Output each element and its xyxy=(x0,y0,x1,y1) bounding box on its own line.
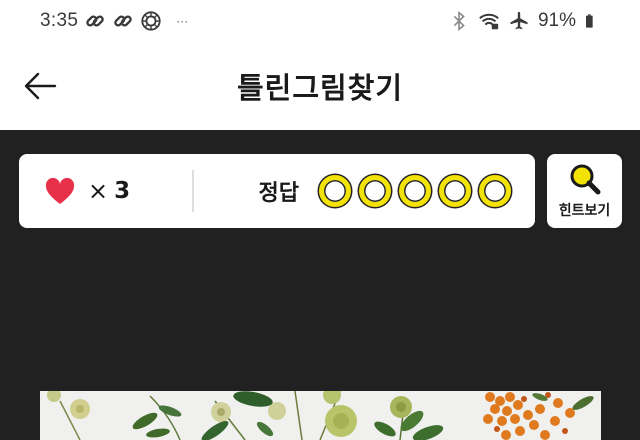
answer-slot xyxy=(439,175,471,207)
lives-indicator: × 3 xyxy=(44,176,130,206)
puzzle-image[interactable] xyxy=(40,391,601,440)
app-bar: 틀린그림찾기 xyxy=(0,42,640,130)
link-icon xyxy=(114,15,132,27)
answer-slot xyxy=(319,175,351,207)
status-left: 3:35 ··· xyxy=(40,10,188,32)
heart-icon xyxy=(45,177,75,204)
answer-progress: 정답 xyxy=(259,154,511,228)
multiply-icon: × xyxy=(88,177,109,205)
bluetooth-icon xyxy=(453,11,465,31)
back-arrow-icon[interactable] xyxy=(22,68,58,104)
answer-slot xyxy=(399,175,431,207)
battery-icon xyxy=(586,14,593,28)
status-bar: 3:35 ··· 91% xyxy=(0,0,640,42)
wifi-icon xyxy=(479,13,499,30)
settings-ring-icon xyxy=(141,11,161,31)
game-area: × 3 정답 힌트보기 xyxy=(0,130,640,440)
divider xyxy=(192,170,194,212)
hint-label: 힌트보기 xyxy=(558,203,611,219)
more-notifications-icon: ··· xyxy=(176,14,189,28)
answer-label: 정답 xyxy=(258,181,299,206)
airplane-icon xyxy=(510,11,528,30)
page-title: 틀린그림찾기 xyxy=(236,71,404,105)
battery-percent: 91% xyxy=(537,10,576,31)
status-right: 91% xyxy=(448,10,600,32)
lives-count: 3 xyxy=(114,178,131,204)
status-time: 3:35 xyxy=(40,10,79,31)
magnifier-icon xyxy=(570,164,600,195)
hint-button[interactable]: 힌트보기 xyxy=(547,154,622,228)
answer-slot xyxy=(359,175,391,207)
link-icon xyxy=(86,15,104,27)
score-card: × 3 정답 xyxy=(19,154,535,228)
answer-slot xyxy=(479,175,511,207)
